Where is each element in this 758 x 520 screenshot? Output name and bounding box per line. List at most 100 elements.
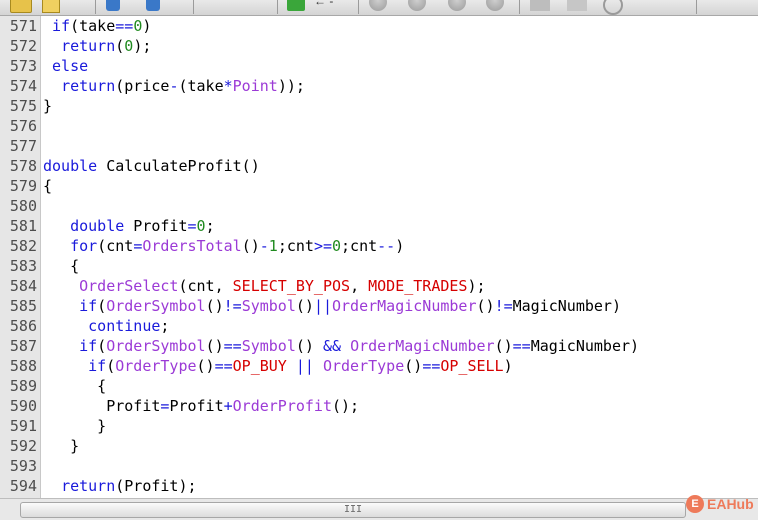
code-text: Profit=Profit+OrderProfit(); <box>43 396 359 416</box>
line-number: 587 <box>9 337 37 355</box>
code-line[interactable]: 574 return(price-(take*Point)); <box>0 76 758 96</box>
code-text: return(0); <box>43 36 151 56</box>
folder-icon[interactable] <box>10 0 32 13</box>
code-line[interactable]: 591 } <box>0 416 758 436</box>
code-token: -- <box>377 237 396 255</box>
code-line[interactable]: 572 return(0); <box>0 36 758 56</box>
code-token: OrderMagicNumber <box>332 297 477 315</box>
forward-arrow-icon[interactable] <box>146 0 160 11</box>
toolbar-separator <box>277 0 278 14</box>
code-token: || <box>313 297 332 315</box>
code-token: Symbol <box>241 337 296 355</box>
code-token: () <box>205 337 224 355</box>
code-token: OrderType <box>115 357 197 375</box>
code-token: Point <box>232 77 278 95</box>
code-line[interactable]: 581 double Profit=0; <box>0 216 758 236</box>
undo-icon[interactable] <box>603 0 623 15</box>
code-text: double Profit=0; <box>43 216 215 236</box>
code-text: double CalculateProfit() <box>43 156 260 176</box>
code-token: = <box>133 237 143 255</box>
code-editor[interactable]: 571 if(take==0) 572 return(0); 573 else 574… <box>0 16 758 498</box>
code-line[interactable]: 580 <box>0 196 758 216</box>
code-token: for <box>70 237 98 255</box>
code-line[interactable]: 589 { <box>0 376 758 396</box>
code-token: == <box>214 357 233 375</box>
debug-start-icon[interactable] <box>369 0 387 11</box>
save-icon[interactable] <box>42 0 60 13</box>
code-token: Symbol <box>241 297 296 315</box>
code-line[interactable]: 579 { <box>0 176 758 196</box>
compile-check-icon[interactable] <box>287 0 305 11</box>
code-token: = <box>187 217 197 235</box>
code-token: ; <box>160 317 170 335</box>
code-line[interactable]: 592 } <box>0 436 758 456</box>
strategy-tester-icon[interactable] <box>530 0 550 11</box>
code-text: return(Profit); <box>43 476 196 496</box>
code-token: OrderSelect <box>79 277 179 295</box>
code-line[interactable]: 583 { <box>0 256 758 276</box>
code-token: MODE_TRADES <box>368 277 468 295</box>
code-line[interactable]: 575} <box>0 96 758 116</box>
code-token: MagicNumber) <box>530 337 640 355</box>
code-token: OrderType <box>322 357 405 375</box>
code-line[interactable]: 578 double CalculateProfit() <box>0 156 758 176</box>
code-token: ( <box>97 337 107 355</box>
code-line[interactable]: 593 <box>0 456 758 476</box>
scrollbar-thumb[interactable]: III <box>20 502 686 518</box>
code-line[interactable]: 586 continue; <box>0 316 758 336</box>
code-token: * <box>223 77 233 95</box>
code-line[interactable]: 571 if(take==0) <box>0 16 758 36</box>
code-token: return <box>61 77 116 95</box>
line-number: 592 <box>9 437 37 455</box>
code-text: { <box>43 376 106 396</box>
code-token: ( <box>97 297 107 315</box>
code-token: >= <box>313 237 332 255</box>
code-token: == <box>512 337 531 355</box>
line-number: 578 <box>9 157 37 175</box>
line-number: 582 <box>9 237 37 255</box>
line-number: 593 <box>9 457 37 475</box>
code-line[interactable]: 587 if(OrderSymbol()==Symbol() && OrderM… <box>0 336 758 356</box>
code-token: ) <box>503 357 513 375</box>
code-line[interactable]: 594 return(Profit); <box>0 476 758 496</box>
code-token: OrdersTotal <box>142 237 242 255</box>
code-line[interactable]: 573 else <box>0 56 758 76</box>
line-number: 584 <box>9 277 37 295</box>
toolbar-separator <box>519 0 520 14</box>
toolbar-separator <box>95 0 96 14</box>
profiler-icon[interactable] <box>567 0 587 11</box>
debug-stop-icon[interactable] <box>448 0 466 11</box>
code-token: () <box>295 297 314 315</box>
line-number: 585 <box>9 297 37 315</box>
line-number: 583 <box>9 257 37 275</box>
line-number: 588 <box>9 357 37 375</box>
code-token: ) <box>395 237 405 255</box>
code-token: double <box>43 157 98 175</box>
code-line[interactable]: 577 <box>0 136 758 156</box>
back-arrow-icon[interactable] <box>106 0 120 11</box>
toolbar-separator <box>696 0 697 14</box>
code-line[interactable]: 590 Profit=Profit+OrderProfit(); <box>0 396 758 416</box>
code-text: if(take==0) <box>43 16 151 36</box>
code-token: 0 <box>332 237 342 255</box>
code-token: if <box>88 357 107 375</box>
debug-step-icon[interactable] <box>486 0 504 11</box>
debug-pause-icon[interactable] <box>408 0 426 11</box>
code-line[interactable]: 582 for(cnt=OrdersTotal()-1;cnt>=0;cnt--… <box>0 236 758 256</box>
code-token: } <box>43 417 107 435</box>
code-line[interactable]: 588 if(OrderType()==OP_BUY || OrderType(… <box>0 356 758 376</box>
code-line[interactable]: 585 if(OrderSymbol()!=Symbol()||OrderMag… <box>0 296 758 316</box>
code-token: () <box>196 357 215 375</box>
code-token: ;cnt <box>277 237 314 255</box>
horizontal-scrollbar[interactable]: III <box>0 498 758 520</box>
code-text: { <box>43 256 79 276</box>
code-line[interactable]: 584 OrderSelect(cnt, SELECT_BY_POS, MODE… <box>0 276 758 296</box>
code-line[interactable]: 576 <box>0 116 758 136</box>
